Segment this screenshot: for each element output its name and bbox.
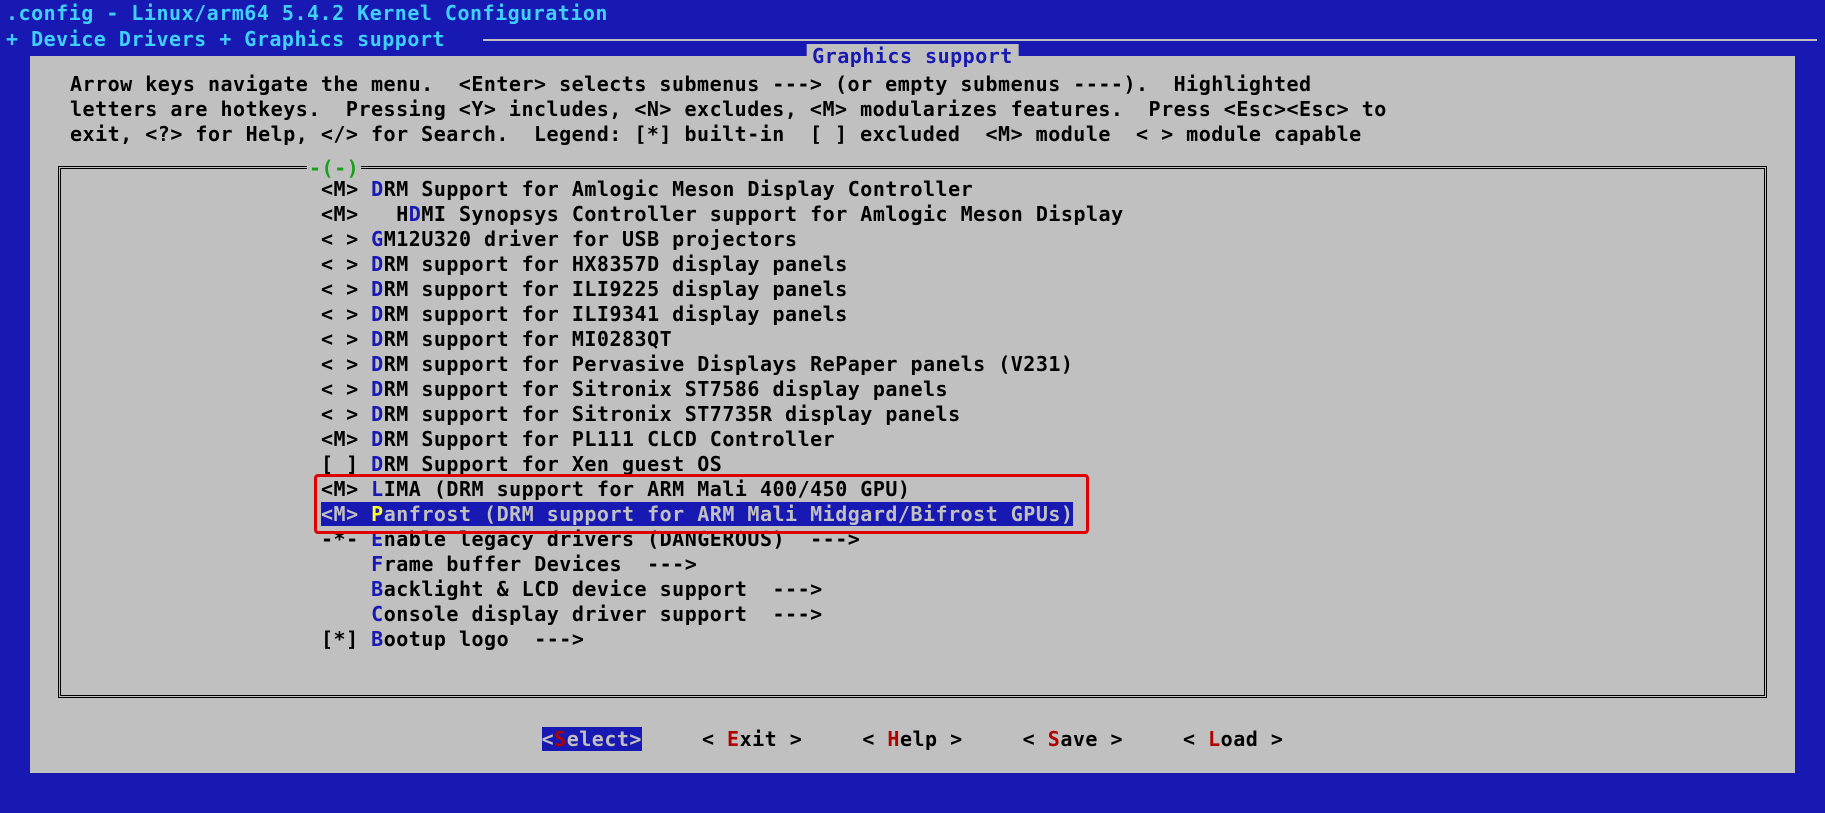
state-bracket [321,552,371,576]
state-bracket [321,602,371,626]
hotkey-letter: D [409,202,422,226]
menu-item[interactable]: <M> DRM Support for Amlogic Meson Displa… [61,177,1764,202]
menu-item[interactable]: <M> Panfrost (DRM support for ARM Mali M… [61,502,1764,527]
menu-item[interactable]: < > DRM support for ILI9225 display pane… [61,277,1764,302]
state-bracket: < > [321,377,371,401]
select-button[interactable]: <Select> [542,727,642,751]
label-rest: nable legacy drivers (DANGEROUS) ---> [384,527,861,551]
menu-item[interactable]: <M> DRM Support for PL111 CLCD Controlle… [61,427,1764,452]
label-rest: RM support for Pervasive Displays RePape… [384,352,1074,376]
hotkey-letter: D [371,352,384,376]
label-rest: RM support for ILI9341 display panels [384,302,848,326]
hotkey-letter: D [371,377,384,401]
state-bracket: <M> [321,427,371,451]
label-rest: ootup logo ---> [384,627,585,651]
label-rest: RM support for Sitronix ST7735R display … [384,402,961,426]
exit-button[interactable]: < Exit > [702,727,802,751]
label-rest: RM support for MI0283QT [384,327,672,351]
state-bracket: [ ] [321,452,371,476]
menu-item[interactable]: <M> LIMA (DRM support for ARM Mali 400/4… [61,477,1764,502]
state-bracket: <M> [321,177,371,201]
hotkey-letter: D [371,252,384,276]
label-rest: onsole display driver support ---> [384,602,823,626]
label-rest: RM Support for PL111 CLCD Controller [384,427,835,451]
hotkey-letter: D [371,402,384,426]
load-button[interactable]: < Load > [1183,727,1283,751]
menu-list[interactable]: <M> DRM Support for Amlogic Meson Displa… [61,177,1764,652]
menu-item[interactable]: < > DRM support for ILI9341 display pane… [61,302,1764,327]
state-bracket: < > [321,252,371,276]
label-rest: M12U320 driver for USB projectors [384,227,798,251]
state-bracket: <M> [321,477,371,501]
menu-item[interactable]: Frame buffer Devices ---> [61,552,1764,577]
hotkey-letter: G [371,227,384,251]
hotkey-letter: F [371,552,384,576]
menu-item[interactable]: < > DRM support for MI0283QT [61,327,1764,352]
menu-item[interactable]: -*- Enable legacy drivers (DANGEROUS) --… [61,527,1764,552]
state-bracket [321,577,371,601]
state-bracket: < > [321,327,371,351]
label-rest: RM support for ILI9225 display panels [384,277,848,301]
hotkey-letter: E [371,527,384,551]
label-prefix: H [396,202,409,226]
state-bracket: <M> [321,202,396,226]
hotkey-letter: D [371,427,384,451]
label-rest: MI Synopsys Controller support for Amlog… [421,202,1123,226]
menu-item[interactable]: [*] Bootup logo ---> [61,627,1764,652]
state-bracket: < > [321,277,371,301]
section-title: Graphics support [806,44,1019,68]
save-button[interactable]: < Save > [1023,727,1123,751]
menu-item[interactable]: < > GM12U320 driver for USB projectors [61,227,1764,252]
state-bracket: < > [321,402,371,426]
state-bracket: < > [321,302,371,326]
label-rest: RM Support for Xen guest OS [384,452,723,476]
button-bar: <Select> < Exit > < Help > < Save > < Load > [30,727,1795,751]
label-rest: acklight & LCD device support ---> [384,577,823,601]
state-bracket: -*- [321,527,371,551]
state-bracket: < > [321,352,371,376]
breadcrumb: + Device Drivers + Graphics support [6,26,457,52]
state-bracket: < > [321,227,371,251]
hotkey-letter: D [371,177,384,201]
menuconfig-screen: .config - Linux/arm64 5.4.2 Kernel Confi… [0,0,1825,813]
menu-item[interactable]: < > DRM support for Pervasive Displays R… [61,352,1764,377]
menu-item[interactable]: < > DRM support for HX8357D display pane… [61,252,1764,277]
hotkey-letter: P [371,502,384,526]
hotkey-letter: L [371,477,384,501]
hotkey-letter: B [371,577,384,601]
menu-item[interactable]: < > DRM support for Sitronix ST7586 disp… [61,377,1764,402]
hotkey-letter: D [371,302,384,326]
menu-list-box: -(-) <M> DRM Support for Amlogic Meson D… [58,166,1767,698]
menu-item[interactable]: Backlight & LCD device support ---> [61,577,1764,602]
label-rest: IMA (DRM support for ARM Mali 400/450 GP… [384,477,911,501]
window-title: .config - Linux/arm64 5.4.2 Kernel Confi… [0,0,1825,26]
label-rest: RM support for Sitronix ST7586 display p… [384,377,948,401]
label-rest: rame buffer Devices ---> [384,552,698,576]
state-bracket: <M> [321,502,371,526]
menu-item[interactable]: <M> HDMI Synopsys Controller support for… [61,202,1764,227]
label-rest: RM Support for Amlogic Meson Display Con… [384,177,973,201]
menu-item[interactable]: < > DRM support for Sitronix ST7735R dis… [61,402,1764,427]
label-rest: anfrost (DRM support for ARM Mali Midgar… [384,502,1074,526]
hotkey-letter: D [371,277,384,301]
state-bracket: [*] [321,627,371,651]
label-rest: RM support for HX8357D display panels [384,252,848,276]
help-button[interactable]: < Help > [862,727,962,751]
help-text: Arrow keys navigate the menu. <Enter> se… [70,72,1755,147]
main-panel: Graphics support Arrow keys navigate the… [30,56,1795,773]
menu-item[interactable]: Console display driver support ---> [61,602,1764,627]
hotkey-letter: D [371,452,384,476]
hotkey-letter: C [371,602,384,626]
hotkey-letter: D [371,327,384,351]
hotkey-letter: B [371,627,384,651]
menu-item[interactable]: [ ] DRM Support for Xen guest OS [61,452,1764,477]
